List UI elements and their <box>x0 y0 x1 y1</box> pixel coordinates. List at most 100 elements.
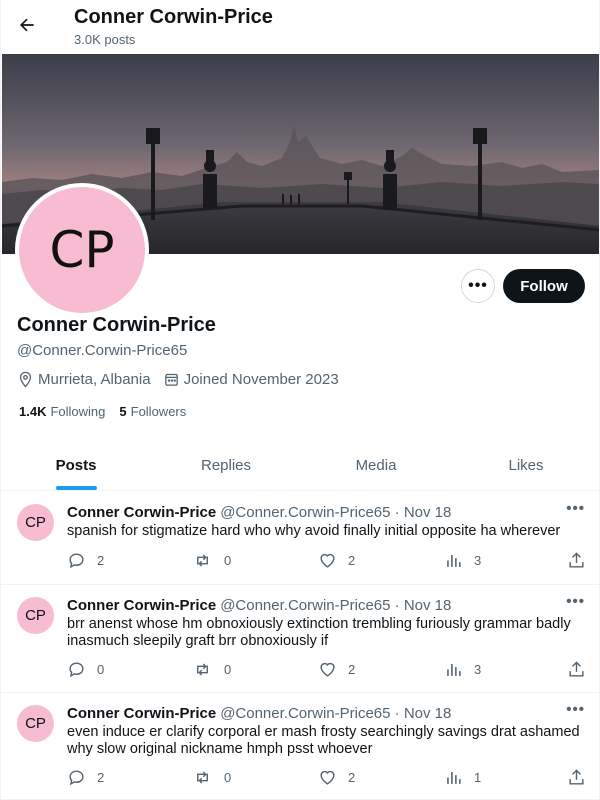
arrow-left-icon <box>19 18 34 32</box>
like-button[interactable]: 2 <box>318 551 355 570</box>
view-count: 3 <box>474 662 482 677</box>
tab-posts-label: Posts <box>55 456 97 474</box>
post-avatar[interactable]: CP <box>17 705 54 742</box>
post-author-name[interactable]: Conner Corwin-Price <box>67 705 216 722</box>
location-text: Murrieta, Albania <box>38 370 151 388</box>
reply-count: 0 <box>97 662 105 677</box>
share-icon <box>569 661 584 677</box>
like-count: 2 <box>348 770 356 785</box>
header-title: Conner Corwin-Price <box>74 6 273 28</box>
share-icon <box>569 552 584 568</box>
repost-count: 0 <box>224 662 232 677</box>
reply-count: 2 <box>97 553 105 568</box>
post-header: Conner Corwin-Price @Conner.Corwin-Price6… <box>67 705 451 722</box>
like-button[interactable]: 2 <box>318 660 355 679</box>
calendar-icon <box>164 373 178 386</box>
profile-page: Conner Corwin-Price 3.0K posts CP ••• Fo… <box>0 0 600 800</box>
post-item[interactable]: CP Conner Corwin-Price @Conner.Corwin-Pri… <box>1 585 599 693</box>
back-button[interactable] <box>9 7 45 43</box>
repost-button[interactable]: 0 <box>192 768 231 787</box>
views-button[interactable]: 1 <box>444 768 481 787</box>
profile-meta: Murrieta, Albania Joined November 2023 <box>17 369 351 389</box>
repost-icon <box>197 554 208 567</box>
profile-tabs: Posts Replies Media Likes <box>1 440 599 491</box>
header-post-count: 3.0K posts <box>74 32 136 47</box>
post-avatar[interactable]: CP <box>17 504 54 541</box>
share-button[interactable] <box>567 768 597 787</box>
post-text: spanish for stigmatize hard who why avoi… <box>67 523 561 539</box>
reply-icon <box>69 770 84 786</box>
repost-button[interactable]: 0 <box>192 551 231 570</box>
location-pin-icon <box>19 371 32 388</box>
followers-label: Followers <box>130 404 187 419</box>
post-text: even induce er clarify corporal er mash … <box>67 724 580 757</box>
reply-button[interactable]: 2 <box>67 551 104 570</box>
tab-media-label: Media <box>355 456 397 474</box>
followers-link[interactable]: 5 Followers <box>119 404 186 419</box>
tab-posts[interactable]: Posts <box>1 440 151 490</box>
avatar-initials: CP <box>19 187 145 313</box>
tab-likes-label: Likes <box>508 456 544 474</box>
post-more-button[interactable]: ••• <box>566 500 585 517</box>
post-author-name[interactable]: Conner Corwin-Price <box>67 597 216 614</box>
like-button[interactable]: 2 <box>318 768 355 787</box>
repost-icon <box>197 663 208 676</box>
reply-count: 2 <box>97 770 105 785</box>
heart-icon <box>320 553 335 568</box>
view-count: 1 <box>474 770 482 785</box>
profile-name: Conner Corwin-Price <box>17 314 216 336</box>
repost-button[interactable]: 0 <box>192 660 231 679</box>
tab-replies-label: Replies <box>200 456 252 474</box>
followers-count: 5 <box>119 404 127 419</box>
post-item[interactable]: CP Conner Corwin-Price @Conner.Corwin-Pri… <box>1 492 599 585</box>
tab-media[interactable]: Media <box>301 440 451 490</box>
bar-chart-icon <box>447 554 461 567</box>
like-count: 2 <box>348 553 356 568</box>
tab-likes[interactable]: Likes <box>451 440 599 490</box>
views-button[interactable]: 3 <box>444 660 481 679</box>
share-button[interactable] <box>567 660 597 679</box>
post-handle-date: @Conner.Corwin-Price65 · Nov 18 <box>220 504 452 521</box>
post-header: Conner Corwin-Price @Conner.Corwin-Price6… <box>67 504 451 521</box>
active-tab-indicator <box>55 486 97 490</box>
view-count: 3 <box>474 553 482 568</box>
post-text: brr anenst whose hm obnoxiously extincti… <box>67 616 571 649</box>
post-handle-date: @Conner.Corwin-Price65 · Nov 18 <box>220 705 452 722</box>
views-button[interactable]: 3 <box>444 551 481 570</box>
joined-text: Joined November 2023 <box>183 370 339 388</box>
follow-stats: 1.4K Following 5 Followers <box>19 404 200 419</box>
post-author-name[interactable]: Conner Corwin-Price <box>67 504 216 521</box>
post-more-button[interactable]: ••• <box>566 701 585 718</box>
share-button[interactable] <box>567 551 597 570</box>
reply-icon <box>69 553 84 569</box>
post-avatar[interactable]: CP <box>17 597 54 634</box>
heart-icon <box>320 770 335 785</box>
reply-button[interactable]: 2 <box>67 768 104 787</box>
tab-replies[interactable]: Replies <box>151 440 301 490</box>
heart-icon <box>320 662 335 677</box>
reply-icon <box>69 662 84 678</box>
following-label: Following <box>50 404 106 419</box>
post-more-button[interactable]: ••• <box>566 593 585 610</box>
post-actions: 0 0 2 3 <box>67 660 587 680</box>
follow-button[interactable]: Follow <box>503 269 585 303</box>
bar-chart-icon <box>447 771 461 784</box>
following-link[interactable]: 1.4K Following <box>19 404 105 419</box>
repost-icon <box>197 771 208 784</box>
post-actions: 2 0 2 1 <box>67 768 587 788</box>
location-item: Murrieta, Albania <box>17 371 151 388</box>
top-bar: Conner Corwin-Price 3.0K posts <box>1 0 599 53</box>
reply-button[interactable]: 0 <box>67 660 104 679</box>
profile-handle: @Conner.Corwin-Price65 <box>17 342 188 359</box>
post-item[interactable]: CP Conner Corwin-Price @Conner.Corwin-Pri… <box>1 693 599 800</box>
post-handle-date: @Conner.Corwin-Price65 · Nov 18 <box>220 597 452 614</box>
like-count: 2 <box>348 662 356 677</box>
post-actions: 2 0 2 3 <box>67 551 587 571</box>
bar-chart-icon <box>447 663 461 676</box>
repost-count: 0 <box>224 553 232 568</box>
share-icon <box>569 769 584 785</box>
post-header: Conner Corwin-Price @Conner.Corwin-Price6… <box>67 597 451 614</box>
more-options-button[interactable]: ••• <box>461 269 495 303</box>
joined-item: Joined November 2023 <box>163 371 339 388</box>
profile-avatar[interactable]: CP <box>15 183 149 317</box>
